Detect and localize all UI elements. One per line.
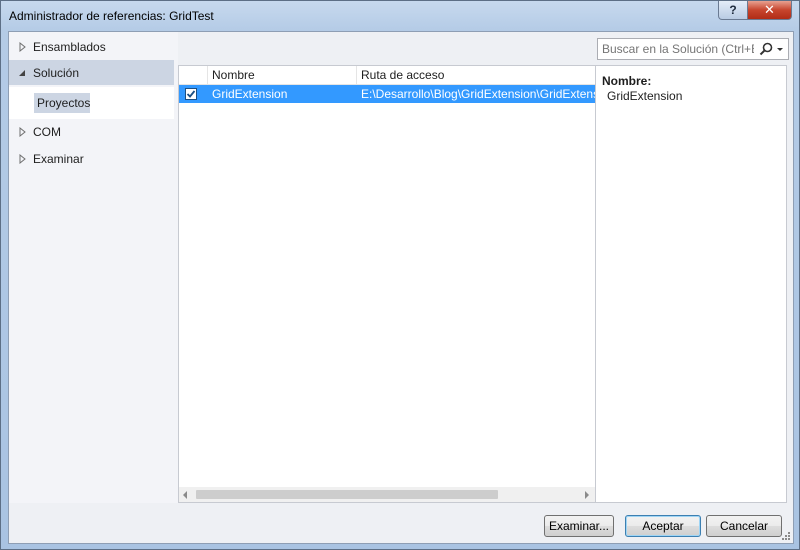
checkmark-icon xyxy=(186,90,196,98)
collapse-arrow-icon xyxy=(19,69,25,76)
nav-item-label: Solución xyxy=(33,65,80,80)
column-header-name[interactable]: Nombre xyxy=(208,66,357,85)
row-checkbox[interactable] xyxy=(185,88,197,100)
expand-arrow-icon xyxy=(19,153,26,164)
search-input[interactable] xyxy=(598,40,754,58)
horizontal-scrollbar[interactable] xyxy=(179,487,595,502)
help-button[interactable]: ? xyxy=(718,1,748,20)
nav-item-proyectos[interactable]: Proyectos xyxy=(34,93,90,113)
nav-item-examinar[interactable]: Examinar xyxy=(9,146,174,171)
close-button[interactable]: ✕ xyxy=(747,1,792,20)
title-bar[interactable]: Administrador de referencias: GridTest ?… xyxy=(1,1,799,31)
details-name-label: Nombre: xyxy=(602,74,652,88)
row-path: E:\Desarrollo\Blog\GridExtension\GridExt… xyxy=(361,87,595,101)
dialog-footer: Examinar... Aceptar Cancelar xyxy=(9,503,793,543)
expand-arrow-icon xyxy=(19,41,26,52)
nav-item-label: Examinar xyxy=(33,151,84,166)
scroll-thumb[interactable] xyxy=(196,490,498,499)
project-grid: Nombre Ruta de acceso GridExtension E:\D… xyxy=(178,65,596,503)
table-row[interactable]: GridExtension E:\Desarrollo\Blog\GridExt… xyxy=(179,85,595,103)
dialog-client-area: Ensamblados Solución Proyectos COM Exami… xyxy=(8,31,794,544)
nav-item-ensamblados[interactable]: Ensamblados xyxy=(9,34,174,59)
column-header-path[interactable]: Ruta de acceso xyxy=(357,66,595,85)
grid-header: Nombre Ruta de acceso xyxy=(179,66,595,85)
browse-button[interactable]: Examinar... xyxy=(544,515,614,537)
nav-item-label: Ensamblados xyxy=(33,39,106,54)
scroll-right-icon[interactable] xyxy=(585,491,589,499)
resize-grip-icon[interactable] xyxy=(781,531,791,541)
cancel-button[interactable]: Cancelar xyxy=(706,515,782,537)
nav-item-label: COM xyxy=(33,124,61,139)
details-name-value: GridExtension xyxy=(607,89,683,103)
expand-arrow-icon xyxy=(19,126,26,137)
category-nav: Ensamblados Solución Proyectos COM Exami… xyxy=(9,32,178,503)
search-dropdown-icon[interactable] xyxy=(777,47,783,51)
ok-button[interactable]: Aceptar xyxy=(625,515,701,537)
reference-manager-window: Administrador de referencias: GridTest ?… xyxy=(0,0,800,550)
window-title: Administrador de referencias: GridTest xyxy=(9,9,214,23)
scroll-left-icon[interactable] xyxy=(183,491,187,499)
details-pane: Nombre: GridExtension xyxy=(596,65,787,503)
row-name: GridExtension xyxy=(212,87,288,101)
nav-item-com[interactable]: COM xyxy=(9,119,174,144)
header-checkbox-column xyxy=(179,66,208,85)
search-box[interactable] xyxy=(597,38,789,60)
magnifier-icon[interactable] xyxy=(758,41,774,57)
nav-item-solucion[interactable]: Solución xyxy=(9,60,174,85)
